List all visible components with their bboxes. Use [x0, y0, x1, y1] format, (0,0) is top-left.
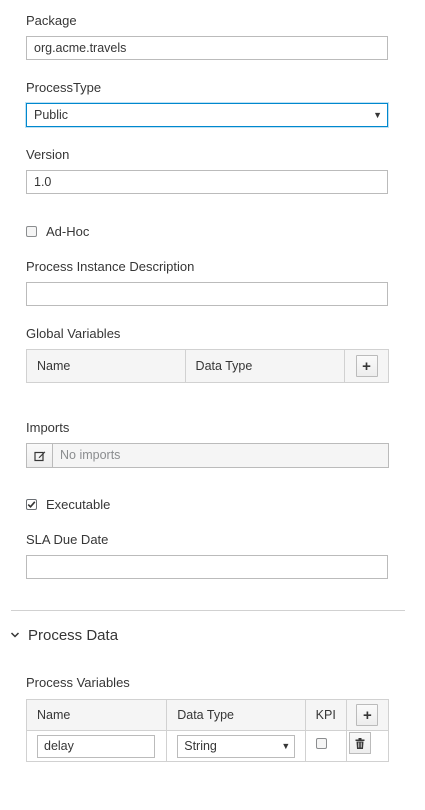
add-column-cell: +	[344, 349, 389, 383]
column-header-name: Name	[26, 349, 186, 383]
delete-cell	[345, 730, 390, 762]
table-header-row: Name Data Type KPI +	[25, 699, 390, 731]
column-header-data-type: Data Type	[166, 699, 306, 731]
adhoc-checkbox[interactable]	[26, 226, 37, 237]
imports-field: No imports	[26, 443, 389, 468]
variable-type-value: String	[184, 738, 217, 753]
column-header-kpi: KPI	[304, 699, 347, 731]
global-variables-table: Name Data Type +	[26, 349, 389, 383]
variable-kpi-cell	[304, 730, 347, 762]
table-row: delay String ▼	[25, 730, 390, 762]
plus-icon: +	[363, 706, 372, 724]
imports-label: Imports	[26, 420, 70, 435]
process-type-value: Public	[34, 108, 69, 122]
variable-name-input[interactable]: delay	[37, 734, 155, 758]
version-input[interactable]: 1.0	[26, 170, 388, 194]
version-label: Version	[26, 147, 70, 162]
check-icon	[27, 501, 36, 508]
edit-imports-button[interactable]	[27, 444, 53, 467]
column-header-data-type: Data Type	[184, 349, 346, 383]
plus-icon: +	[362, 357, 371, 375]
process-type-label: ProcessType	[26, 80, 102, 95]
package-label: Package	[26, 13, 77, 28]
adhoc-label: Ad-Hoc	[46, 224, 90, 239]
variable-type-cell: String ▼	[166, 730, 306, 762]
delete-variable-button[interactable]	[348, 732, 371, 754]
table-header-row: Name Data Type +	[26, 349, 389, 383]
global-variables-label: Global Variables	[26, 326, 121, 341]
chevron-down-icon	[10, 632, 20, 638]
process-data-title: Process Data	[28, 626, 119, 644]
imports-placeholder: No imports	[60, 448, 121, 462]
sla-due-date-input[interactable]	[26, 555, 388, 579]
caret-down-icon: ▼	[373, 110, 382, 120]
instance-description-label: Process Instance Description	[26, 259, 195, 274]
caret-down-icon: ▼	[281, 740, 291, 751]
add-process-variable-button[interactable]: +	[356, 704, 379, 726]
variable-name-cell: delay	[25, 730, 168, 762]
process-variables-label: Process Variables	[26, 675, 130, 690]
package-input[interactable]: org.acme.travels	[26, 36, 388, 60]
instance-description-input[interactable]	[26, 282, 388, 306]
process-data-section-toggle[interactable]: Process Data	[10, 626, 160, 644]
sla-due-date-label: SLA Due Date	[26, 532, 109, 547]
kpi-checkbox[interactable]	[315, 737, 327, 749]
executable-label: Executable	[46, 497, 111, 512]
executable-checkbox[interactable]	[26, 499, 37, 510]
process-variables-table: Name Data Type KPI + delay String ▼	[25, 699, 390, 762]
column-header-name: Name	[25, 699, 168, 731]
add-global-variable-button[interactable]: +	[355, 355, 378, 377]
section-divider	[11, 610, 405, 611]
trash-icon	[355, 737, 365, 749]
edit-icon	[33, 451, 45, 461]
add-column-cell: +	[345, 699, 390, 731]
variable-type-select[interactable]: String ▼	[177, 734, 296, 758]
process-type-select[interactable]: Public ▼	[26, 103, 388, 127]
